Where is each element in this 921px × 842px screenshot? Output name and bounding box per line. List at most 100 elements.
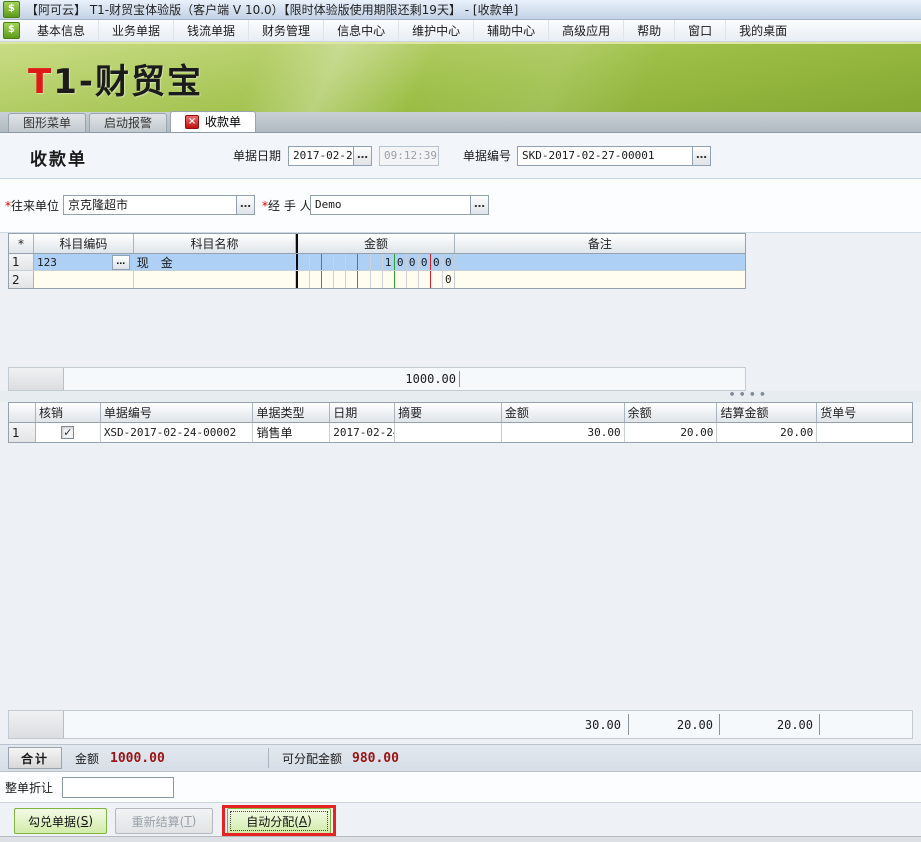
account-code-cell[interactable]: 123… bbox=[34, 254, 134, 270]
form-header: 收款单 单据日期 2017-02-27 … 09:12:39 单据编号 SKD-… bbox=[0, 133, 921, 179]
menu-item-window[interactable]: 窗口 bbox=[675, 20, 726, 41]
tab-graphic-menu[interactable]: 图形菜单 bbox=[8, 113, 86, 132]
parties-row: *往来单位 京克隆超市 … *经 手 人 Demo … bbox=[0, 179, 921, 233]
account-grid: * 科目编码 科目名称 金额 备注 1 123… 现 金 100000 2 0 bbox=[8, 233, 746, 289]
menu-item-help[interactable]: 帮助 bbox=[624, 20, 675, 41]
subtotal-gray-cell bbox=[9, 368, 64, 390]
writeoff-cell: ✓ bbox=[36, 423, 101, 442]
amount-digit-grid: 100000 bbox=[298, 254, 454, 270]
divider bbox=[459, 371, 460, 387]
amount-label: 金额 bbox=[75, 745, 99, 771]
window-title: 【阿可云】 T1-财贸宝体验版（客户端 V 10.0）【限时体验版使用期限还剩1… bbox=[26, 1, 518, 18]
partner-lookup-button[interactable]: … bbox=[236, 195, 255, 215]
doc-no-cell[interactable]: XSD-2017-02-24-00002 bbox=[101, 423, 254, 442]
menu-item-basic-info[interactable]: 基本信息 bbox=[24, 20, 99, 41]
bottom-edge bbox=[0, 836, 921, 842]
partner-input[interactable]: 京克隆超市 bbox=[63, 195, 237, 215]
discount-label: 整单折让 bbox=[5, 778, 53, 798]
date-input[interactable]: 2017-02-27 bbox=[288, 146, 354, 166]
date-label: 单据日期 bbox=[233, 146, 281, 166]
header-account-code: 科目编码 bbox=[34, 234, 134, 253]
handler-label-text: 经 手 人 bbox=[268, 199, 312, 213]
allocatable-label: 可分配金额 bbox=[282, 745, 342, 771]
header-doc-no: 单据编号 bbox=[101, 403, 254, 422]
menu-item-assist-center[interactable]: 辅助中心 bbox=[474, 20, 549, 41]
menu-item-maintenance[interactable]: 维护中心 bbox=[399, 20, 474, 41]
docno-lookup-button[interactable]: … bbox=[692, 146, 711, 166]
settlement-grid: 核销 单据编号 单据类型 日期 摘要 金额 余额 结算金额 货单号 1 ✓ XS… bbox=[8, 402, 913, 443]
total-amount-value: 30.00 bbox=[503, 711, 621, 738]
logo-t: T bbox=[28, 62, 53, 102]
date-cell[interactable]: 2017-02-24 bbox=[330, 423, 395, 442]
writeoff-checkbox-checked[interactable]: ✓ bbox=[61, 426, 74, 439]
auto-allocate-button[interactable]: 自动分配(A) bbox=[227, 808, 331, 834]
tab-label: 收款单 bbox=[205, 114, 241, 131]
handler-input[interactable]: Demo bbox=[310, 195, 471, 215]
button-text: 勾兑单据( bbox=[28, 813, 81, 830]
settle-amount-cell[interactable]: 20.00 bbox=[717, 423, 817, 442]
divider bbox=[819, 714, 820, 735]
tab-start-alarm[interactable]: 启动报警 bbox=[89, 113, 167, 132]
header-account-name: 科目名称 bbox=[134, 234, 297, 253]
discount-row: 整单折让 bbox=[0, 772, 921, 802]
balance-cell[interactable]: 20.00 bbox=[625, 423, 718, 442]
app-window: $ 【阿可云】 T1-财贸宝体验版（客户端 V 10.0）【限时体验版使用期限还… bbox=[0, 0, 921, 842]
handler-label: *经 手 人 bbox=[262, 196, 312, 216]
date-picker-button[interactable]: … bbox=[353, 146, 372, 166]
total-amount: 1000.00 bbox=[110, 745, 165, 771]
account-name-cell[interactable] bbox=[134, 271, 297, 288]
docno-input[interactable]: SKD-2017-02-27-00001 bbox=[517, 146, 693, 166]
amount-digit-grid: 0 bbox=[298, 271, 454, 288]
access-key: T bbox=[184, 814, 191, 828]
account-subtotal-value: 1000.00 bbox=[298, 368, 456, 390]
access-key: A bbox=[299, 814, 307, 828]
check-icon: ✓ bbox=[63, 426, 72, 439]
header-settle-amount: 结算金额 bbox=[717, 403, 817, 422]
amount-cell[interactable]: 100000 bbox=[296, 254, 455, 270]
close-tab-icon[interactable]: × bbox=[185, 115, 199, 129]
handler-lookup-button[interactable]: … bbox=[470, 195, 489, 215]
header-doc-type: 单据类型 bbox=[253, 403, 330, 422]
cargo-no-cell[interactable] bbox=[817, 423, 912, 442]
resettle-button[interactable]: 重新结算(T) bbox=[115, 808, 213, 834]
account-row-1[interactable]: 1 123… 现 金 100000 bbox=[9, 254, 745, 271]
partner-label: *往来单位 bbox=[5, 196, 59, 216]
totals-gray-cell bbox=[9, 711, 64, 738]
doc-type-cell[interactable]: 销售单 bbox=[253, 423, 330, 442]
note-cell[interactable] bbox=[455, 254, 745, 270]
settlement-totals-row: 30.00 20.00 20.00 bbox=[8, 710, 913, 739]
button-text: 自动分配( bbox=[246, 813, 299, 830]
pane-splitter[interactable]: ∙∙∙∙ bbox=[0, 391, 921, 402]
menu-item-business-docs[interactable]: 业务单据 bbox=[99, 20, 174, 41]
page-title: 收款单 bbox=[30, 145, 87, 170]
summary-cell[interactable] bbox=[395, 423, 502, 442]
account-code-cell[interactable] bbox=[34, 271, 134, 288]
tab-receipt-doc[interactable]: × 收款单 bbox=[170, 111, 256, 132]
menu-item-finance[interactable]: 财务管理 bbox=[249, 20, 324, 41]
menu-item-cashflow-docs[interactable]: 钱流单据 bbox=[174, 20, 249, 41]
total-settle-value: 20.00 bbox=[731, 711, 813, 738]
docno-label: 单据编号 bbox=[463, 146, 511, 166]
header-amount: 金额 bbox=[296, 234, 455, 253]
menu-item-advanced[interactable]: 高级应用 bbox=[549, 20, 624, 41]
action-button-row: 勾兑单据(S) 重新结算(T) 自动分配(A) bbox=[0, 802, 921, 836]
header-note: 备注 bbox=[455, 234, 745, 253]
amount-cell[interactable]: 30.00 bbox=[502, 423, 625, 442]
tab-label: 图形菜单 bbox=[23, 115, 71, 132]
header-writeoff: 核销 bbox=[36, 403, 101, 422]
menu-item-info-center[interactable]: 信息中心 bbox=[324, 20, 399, 41]
account-row-2[interactable]: 2 0 bbox=[9, 271, 745, 288]
check-docs-button[interactable]: 勾兑单据(S) bbox=[14, 808, 107, 834]
divider bbox=[719, 714, 720, 735]
account-lookup-button[interactable]: … bbox=[112, 255, 130, 270]
menu-item-my-desktop[interactable]: 我的桌面 bbox=[726, 20, 800, 41]
brand-banner: T1-财贸宝 bbox=[0, 42, 921, 112]
account-name-cell[interactable]: 现 金 bbox=[134, 254, 297, 270]
total-balance-value: 20.00 bbox=[631, 711, 713, 738]
money-bag-icon: $ bbox=[3, 1, 20, 18]
discount-input[interactable] bbox=[62, 777, 174, 798]
amount-cell[interactable]: 0 bbox=[296, 271, 455, 288]
settlement-row-1[interactable]: 1 ✓ XSD-2017-02-24-00002 销售单 2017-02-24 … bbox=[9, 423, 912, 442]
note-cell[interactable] bbox=[455, 271, 745, 288]
menu-bar: $ 基本信息 业务单据 钱流单据 财务管理 信息中心 维护中心 辅助中心 高级应… bbox=[0, 20, 921, 42]
